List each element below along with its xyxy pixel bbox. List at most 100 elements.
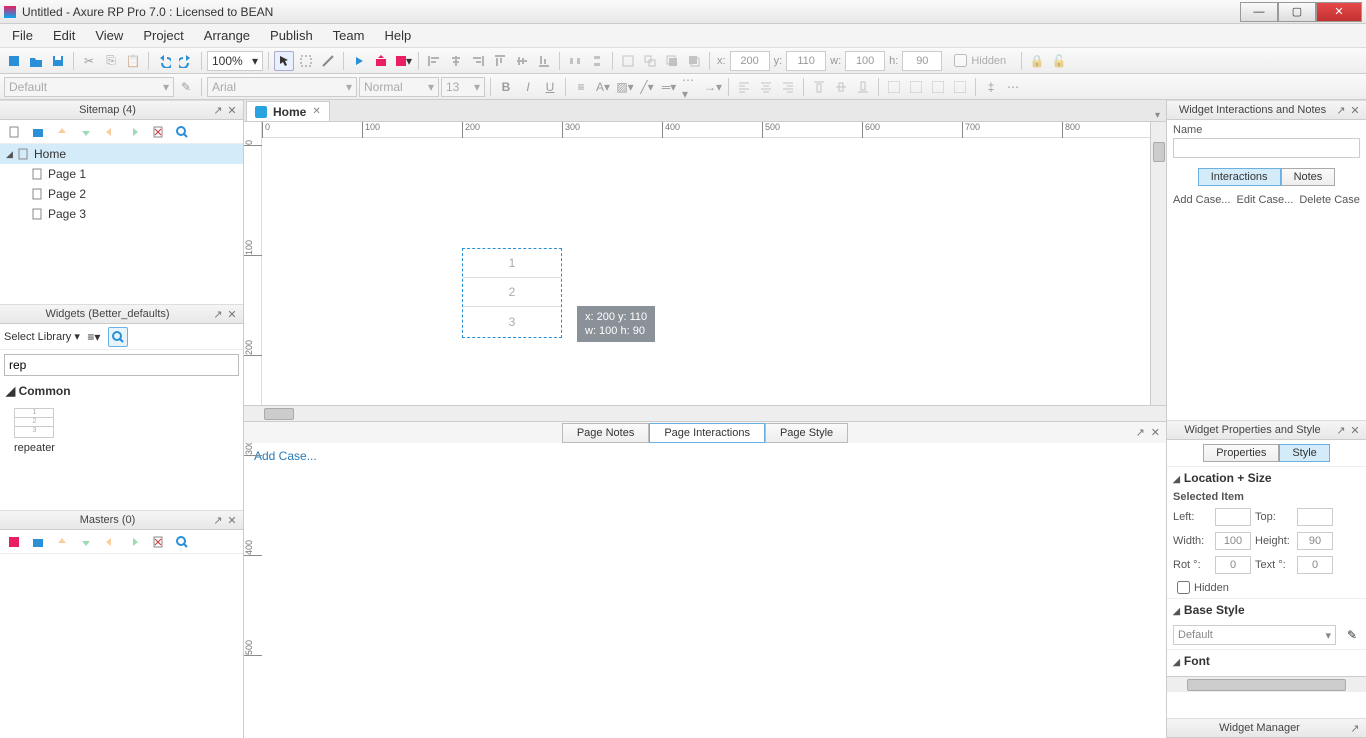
zoom-combo[interactable]: 100%▾ xyxy=(207,51,263,71)
preview-icon[interactable] xyxy=(349,51,369,71)
italic-icon[interactable]: I xyxy=(518,77,538,97)
add-folder-icon[interactable] xyxy=(28,122,48,142)
paste-icon[interactable]: 📋 xyxy=(123,51,143,71)
bullets-icon[interactable]: ≡ xyxy=(571,77,591,97)
list-view-icon[interactable]: ≡▾ xyxy=(84,327,104,347)
align-bottom-icon[interactable] xyxy=(534,51,554,71)
tab-style[interactable]: Style xyxy=(1279,444,1329,462)
section-font[interactable]: ◢Font xyxy=(1167,649,1366,672)
tab-page-style[interactable]: Page Style xyxy=(765,423,848,443)
line-spacing-icon[interactable]: ‡ xyxy=(981,77,1001,97)
save-icon[interactable] xyxy=(48,51,68,71)
hidden-checkbox[interactable]: Hidden xyxy=(944,50,1016,71)
menu-publish[interactable]: Publish xyxy=(260,25,323,46)
redo-icon[interactable] xyxy=(176,51,196,71)
popout-icon[interactable]: ↗ xyxy=(1348,722,1362,735)
rot-field[interactable] xyxy=(1215,556,1251,574)
menu-team[interactable]: Team xyxy=(323,25,375,46)
close-panel-icon[interactable]: ✕ xyxy=(225,514,239,527)
close-button[interactable]: ✕ xyxy=(1316,2,1362,22)
delete-master-icon[interactable] xyxy=(148,532,168,552)
vertical-scrollbar[interactable] xyxy=(1150,122,1166,405)
canvas[interactable]: 1 2 3 x: 200 y: 110 w: 100 h: 90 xyxy=(262,138,1150,405)
sitemap-item-page3[interactable]: Page 3 xyxy=(0,204,243,224)
undo-icon[interactable] xyxy=(154,51,174,71)
select-library-link[interactable]: Select Library ▾ xyxy=(4,330,80,343)
selected-widget[interactable]: 1 2 3 xyxy=(462,248,562,338)
widget-name-input[interactable] xyxy=(1173,138,1360,158)
align-top-icon[interactable] xyxy=(490,51,510,71)
outdent-icon[interactable] xyxy=(100,532,120,552)
section-location[interactable]: ◢Location + Size xyxy=(1167,466,1366,489)
pad-top-icon[interactable] xyxy=(906,77,926,97)
sitemap-item-page1[interactable]: Page 1 xyxy=(0,164,243,184)
horizontal-scrollbar[interactable] xyxy=(244,405,1166,421)
unlock-icon[interactable]: 🔓 xyxy=(1049,51,1069,71)
width-field[interactable] xyxy=(1215,532,1251,550)
pad-right-icon[interactable] xyxy=(928,77,948,97)
outdent-icon[interactable] xyxy=(100,122,120,142)
tab-page-interactions[interactable]: Page Interactions xyxy=(649,423,765,443)
add-master-folder-icon[interactable] xyxy=(28,532,48,552)
add-page-icon[interactable] xyxy=(4,122,24,142)
widgets-category[interactable]: ◢ Common xyxy=(0,380,243,402)
text-align-center-icon[interactable] xyxy=(756,77,776,97)
y-field[interactable] xyxy=(786,51,826,71)
textang-field[interactable] xyxy=(1297,556,1333,574)
align-left-icon[interactable] xyxy=(424,51,444,71)
sitemap-item-page2[interactable]: Page 2 xyxy=(0,184,243,204)
maximize-button[interactable]: ▢ xyxy=(1278,2,1316,22)
edit-case-link[interactable]: Edit Case... xyxy=(1236,194,1293,206)
search-sitemap-icon[interactable] xyxy=(172,122,192,142)
widgets-search-input[interactable] xyxy=(4,354,239,376)
w-field[interactable] xyxy=(845,51,885,71)
text-align-left-icon[interactable] xyxy=(734,77,754,97)
close-tab-icon[interactable]: ✕ xyxy=(312,106,320,117)
popout-icon[interactable]: ↗ xyxy=(1334,104,1348,117)
fontsize-combo[interactable]: 13▾ xyxy=(441,77,485,97)
popout-icon[interactable]: ↗ xyxy=(1334,424,1348,437)
align-right-icon[interactable] xyxy=(468,51,488,71)
add-master-icon[interactable] xyxy=(4,532,24,552)
close-panel-icon[interactable]: ✕ xyxy=(225,104,239,117)
tab-properties[interactable]: Properties xyxy=(1203,444,1279,462)
linestyle-icon[interactable]: ⋯▾ xyxy=(681,77,701,97)
add-case-link[interactable]: Add Case... xyxy=(1173,194,1230,206)
popout-icon[interactable]: ↗ xyxy=(211,308,225,321)
fillcolor-icon[interactable]: ▨▾ xyxy=(615,77,635,97)
widget-repeater[interactable]: 1 2 3 repeater xyxy=(14,408,55,454)
vert-align-mid-icon[interactable] xyxy=(831,77,851,97)
close-panel-icon[interactable]: ✕ xyxy=(1348,424,1362,437)
height-field[interactable] xyxy=(1297,532,1333,550)
more-format-icon[interactable]: ⋯ xyxy=(1003,77,1023,97)
select-mode-icon[interactable] xyxy=(274,51,294,71)
menu-project[interactable]: Project xyxy=(133,25,193,46)
lock-icon[interactable]: 🔒 xyxy=(1027,51,1047,71)
menu-view[interactable]: View xyxy=(85,25,133,46)
hidden-checkbox[interactable]: Hidden xyxy=(1167,577,1366,598)
doc-tab-home[interactable]: Home ✕ xyxy=(246,101,330,121)
indent-icon[interactable] xyxy=(124,532,144,552)
copy-icon[interactable]: ⎘ xyxy=(101,51,121,71)
left-field[interactable] xyxy=(1215,508,1251,526)
style-combo[interactable]: Default▾ xyxy=(4,77,174,97)
underline-icon[interactable]: U xyxy=(540,77,560,97)
popout-icon[interactable]: ↗ xyxy=(211,104,225,117)
base-style-combo[interactable]: Default▾ xyxy=(1173,625,1336,645)
minimize-button[interactable]: — xyxy=(1240,2,1278,22)
weight-combo[interactable]: Normal▾ xyxy=(359,77,439,97)
tab-interactions[interactable]: Interactions xyxy=(1198,168,1281,186)
move-down-icon[interactable] xyxy=(76,122,96,142)
linewidth-icon[interactable]: ═▾ xyxy=(659,77,679,97)
tab-notes[interactable]: Notes xyxy=(1281,168,1336,186)
move-up-icon[interactable] xyxy=(52,532,72,552)
text-align-right-icon[interactable] xyxy=(778,77,798,97)
menu-help[interactable]: Help xyxy=(374,25,421,46)
move-down-icon[interactable] xyxy=(76,532,96,552)
connector-mode-icon[interactable] xyxy=(318,51,338,71)
publish-icon[interactable] xyxy=(371,51,391,71)
close-panel-icon[interactable]: ✕ xyxy=(1348,104,1362,117)
open-file-icon[interactable] xyxy=(26,51,46,71)
delete-page-icon[interactable] xyxy=(148,122,168,142)
close-panel-icon[interactable]: ✕ xyxy=(225,308,239,321)
